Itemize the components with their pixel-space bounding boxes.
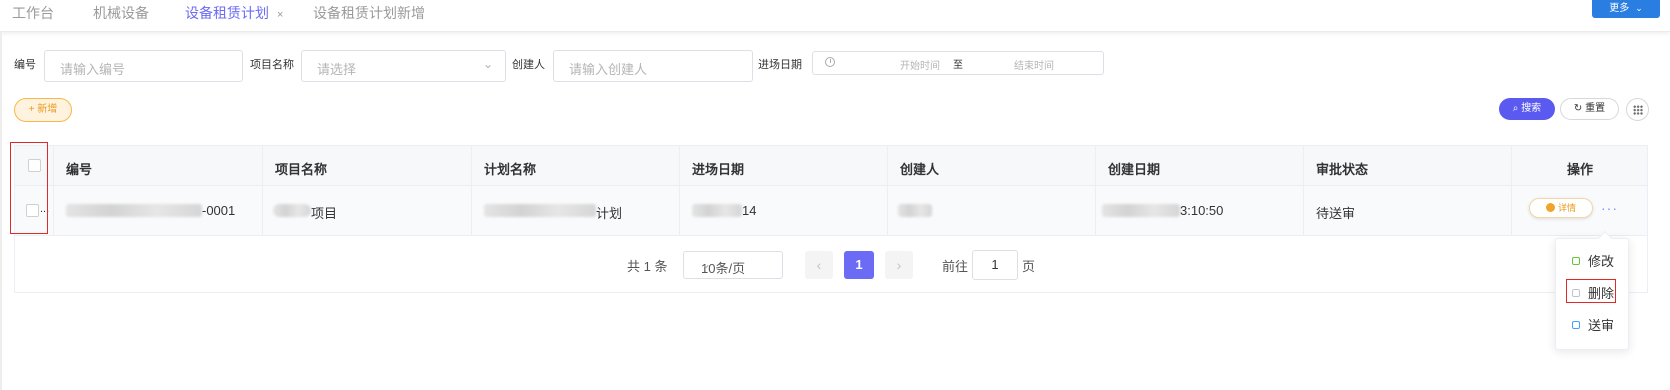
col-header-entry-date: 进场日期 bbox=[680, 146, 888, 185]
table-header: 编号 项目名称 计划名称 进场日期 创建人 创建日期 审批状态 操作 bbox=[15, 146, 1647, 186]
menu-item-edit-label: 修改 bbox=[1588, 254, 1615, 269]
pagination-total: 共 1 条 bbox=[627, 259, 668, 274]
menu-item-submit[interactable]: 送审 bbox=[1572, 315, 1614, 334]
code-input-placeholder: 请输入编号 bbox=[60, 62, 126, 77]
tab-rental-plan-new[interactable]: 设备租赁计划新增 bbox=[313, 3, 425, 23]
menu-item-submit-label: 送审 bbox=[1588, 318, 1615, 333]
cell-project-suffix: 项目 bbox=[311, 206, 338, 221]
cell-code-suffix: -0001 bbox=[202, 203, 236, 218]
tab-rental-plan[interactable]: 设备租赁计划 × bbox=[185, 3, 283, 25]
col-header-creator: 创建人 bbox=[888, 146, 1096, 185]
status-text: 待送审 bbox=[1316, 206, 1356, 221]
creator-input-placeholder: 请输入创建人 bbox=[569, 62, 648, 77]
grid-icon bbox=[1633, 105, 1643, 115]
date-separator: 至 bbox=[953, 60, 963, 71]
col-header-plan: 计划名称 bbox=[472, 146, 680, 185]
project-label: 项目名称 bbox=[250, 59, 294, 71]
cell-creator bbox=[888, 186, 1096, 235]
prev-page-button[interactable]: ‹ bbox=[805, 251, 833, 279]
col-header-plan-label: 计划名称 bbox=[484, 162, 537, 177]
tab-machinery[interactable]: 机械设备 bbox=[93, 3, 149, 23]
col-header-created-date: 创建日期 bbox=[1096, 146, 1304, 185]
table-row: ... -0001 项目 计划 14 3:10:50 待送审 bbox=[15, 186, 1647, 236]
redacted-plan bbox=[484, 204, 596, 217]
clock-icon bbox=[825, 57, 835, 67]
cell-project: 项目 bbox=[263, 186, 472, 235]
add-button[interactable]: + 新增 bbox=[14, 98, 72, 122]
page-label: 页 bbox=[1022, 259, 1036, 274]
search-icon: ⌕ bbox=[1512, 103, 1519, 114]
goto-label: 前往 bbox=[942, 259, 969, 274]
tab-bar: 工作台 机械设备 设备租赁计划 × 设备租赁计划新增 更多 ⌄ bbox=[0, 0, 1670, 32]
search-button-label: 搜索 bbox=[1521, 103, 1542, 114]
next-page-button[interactable]: › bbox=[885, 251, 913, 279]
col-header-project-label: 项目名称 bbox=[275, 162, 328, 177]
cell-plan-suffix: 计划 bbox=[596, 206, 623, 221]
left-edge-divider bbox=[0, 32, 2, 390]
chevron-down-icon: ⌄ bbox=[701, 257, 712, 271]
more-actions-icon[interactable]: ··· bbox=[1601, 200, 1618, 216]
col-header-creator-label: 创建人 bbox=[900, 162, 940, 177]
code-label: 编号 bbox=[14, 59, 36, 71]
redacted-entry-date bbox=[692, 204, 742, 217]
more-button[interactable]: 更多 ⌄ bbox=[1592, 0, 1660, 18]
cell-status: 待送审 bbox=[1304, 186, 1512, 235]
checkbox-column-highlight bbox=[10, 142, 48, 234]
project-select[interactable]: 请选择 ⌄ bbox=[301, 50, 506, 82]
detail-button-label: 详情 bbox=[1557, 203, 1576, 213]
col-header-created-date-label: 创建日期 bbox=[1108, 162, 1161, 177]
tab-workbench[interactable]: 工作台 bbox=[12, 3, 54, 23]
end-date-placeholder[interactable]: 结束时间 bbox=[989, 57, 1079, 72]
start-date-placeholder[interactable]: 开始时间 bbox=[875, 57, 965, 72]
goto-page-input[interactable]: 1 bbox=[972, 250, 1018, 280]
col-header-status-label: 审批状态 bbox=[1316, 162, 1369, 177]
cell-created-date-suffix: 3:10:50 bbox=[1180, 203, 1224, 218]
chevron-down-icon: ⌄ bbox=[1635, 3, 1643, 13]
col-header-project: 项目名称 bbox=[263, 146, 472, 185]
cell-plan: 计划 bbox=[472, 186, 680, 235]
entry-date-range[interactable]: 开始时间 至 结束时间 bbox=[812, 51, 1104, 75]
redacted-created-date bbox=[1102, 204, 1180, 217]
current-page-button[interactable]: 1 bbox=[844, 251, 874, 279]
send-icon bbox=[1572, 321, 1580, 329]
cell-code: -0001 bbox=[54, 186, 263, 235]
more-circle-icon bbox=[1545, 203, 1555, 212]
page-size-select[interactable]: 10条/页 ⌄ bbox=[683, 251, 783, 279]
col-header-status: 审批状态 bbox=[1304, 146, 1512, 185]
col-header-entry-date-label: 进场日期 bbox=[692, 162, 745, 177]
column-settings-button[interactable] bbox=[1626, 98, 1649, 121]
menu-item-edit[interactable]: 修改 bbox=[1572, 251, 1614, 270]
col-header-code: 编号 bbox=[54, 146, 263, 185]
col-header-code-label: 编号 bbox=[66, 162, 93, 177]
search-button[interactable]: ⌕ 搜索 bbox=[1499, 98, 1555, 120]
tab-rental-plan-label: 设备租赁计划 bbox=[185, 5, 269, 21]
col-header-actions: 操作 bbox=[1512, 146, 1647, 185]
entry-date-label: 进场日期 bbox=[758, 59, 802, 71]
project-select-placeholder: 请选择 bbox=[317, 62, 357, 77]
cell-entry-date: 14 bbox=[680, 186, 888, 235]
reset-button[interactable]: ↻ 重置 bbox=[1560, 98, 1619, 120]
cell-created-date: 3:10:50 bbox=[1096, 186, 1304, 235]
col-header-actions-label: 操作 bbox=[1567, 162, 1594, 177]
tab-close-icon[interactable]: × bbox=[277, 9, 283, 21]
delete-highlight bbox=[1566, 279, 1616, 303]
redacted-creator bbox=[898, 204, 932, 217]
edit-icon bbox=[1572, 257, 1580, 265]
refresh-icon: ↻ bbox=[1573, 103, 1583, 114]
redacted-code bbox=[66, 204, 202, 217]
detail-button[interactable]: 详情 bbox=[1529, 198, 1593, 218]
creator-label: 创建人 bbox=[512, 59, 545, 71]
reset-button-label: 重置 bbox=[1585, 103, 1606, 114]
redacted-project bbox=[273, 204, 311, 217]
code-input[interactable]: 请输入编号 bbox=[44, 50, 243, 82]
cell-entry-date-suffix: 14 bbox=[742, 203, 757, 218]
more-button-label: 更多 bbox=[1609, 3, 1630, 14]
creator-input[interactable]: 请输入创建人 bbox=[553, 50, 753, 82]
chevron-down-icon: ⌄ bbox=[482, 57, 493, 71]
